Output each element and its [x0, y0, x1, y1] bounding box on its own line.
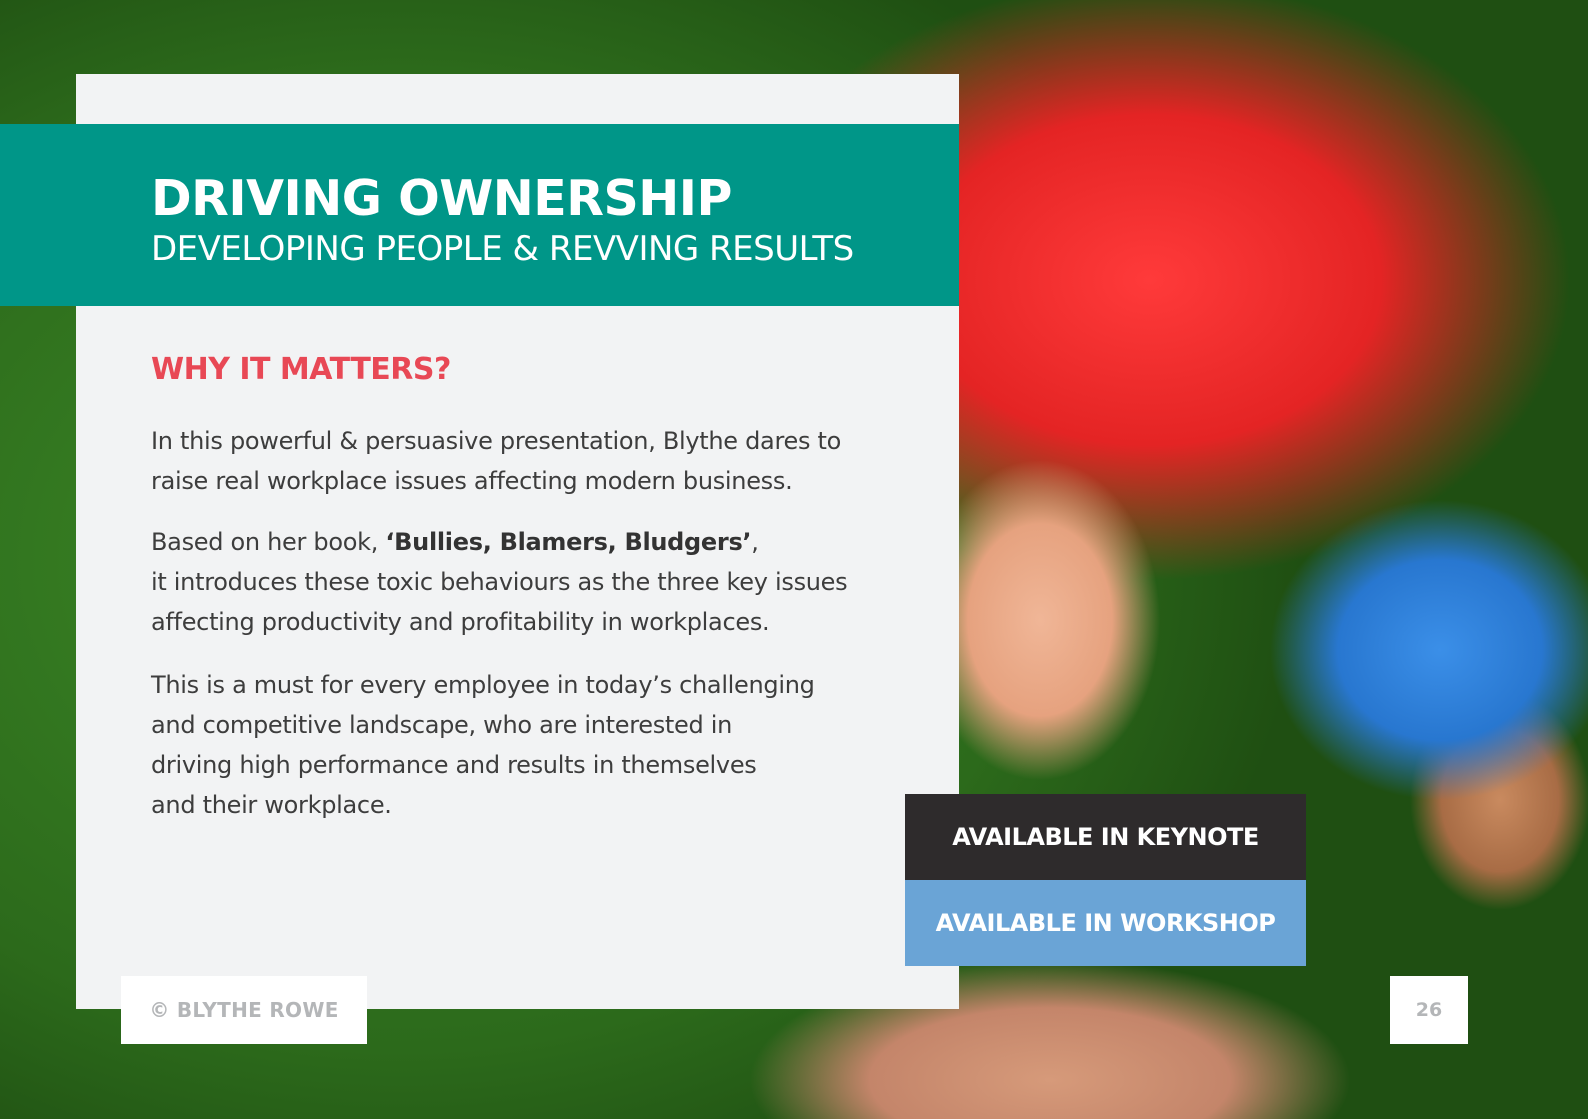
section-heading: WHY IT MATTERS?: [151, 352, 451, 387]
paragraph-line: driving high performance and results in …: [151, 751, 757, 779]
copyright-label: © BLYTHE ROWE: [121, 976, 367, 1044]
paragraph-line: and competitive landscape, who are inter…: [151, 711, 733, 739]
paragraph-line: affecting productivity and profitability…: [151, 608, 770, 636]
book-suffix: ,: [751, 528, 759, 556]
paragraph-line: Based on her book, ‘Bullies, Blamers, Bl…: [151, 522, 891, 562]
available-in-keynote-button[interactable]: AVAILABLE IN KEYNOTE: [905, 794, 1306, 880]
page-title: DRIVING OWNERSHIP: [151, 170, 732, 227]
page-subtitle: DEVELOPING PEOPLE & REVVING RESULTS: [151, 229, 854, 269]
paragraph-line: In this powerful & persuasive presentati…: [151, 427, 841, 455]
paragraph-line: it introduces these toxic behaviours as …: [151, 568, 848, 596]
book-title: ‘Bullies, Blamers, Bludgers’: [385, 528, 752, 556]
page-number: 26: [1390, 976, 1468, 1044]
available-in-workshop-button[interactable]: AVAILABLE IN WORKSHOP: [905, 880, 1306, 966]
paragraph-book: Based on her book, ‘Bullies, Blamers, Bl…: [151, 522, 891, 642]
paragraph-line: raise real workplace issues affecting mo…: [151, 467, 793, 495]
paragraph-line: This is a must for every employee in tod…: [151, 671, 815, 699]
book-prefix: Based on her book,: [151, 528, 386, 556]
paragraph-intro: In this powerful & persuasive presentati…: [151, 421, 891, 501]
paragraph-audience: This is a must for every employee in tod…: [151, 665, 891, 825]
paragraph-line: and their workplace.: [151, 791, 392, 819]
